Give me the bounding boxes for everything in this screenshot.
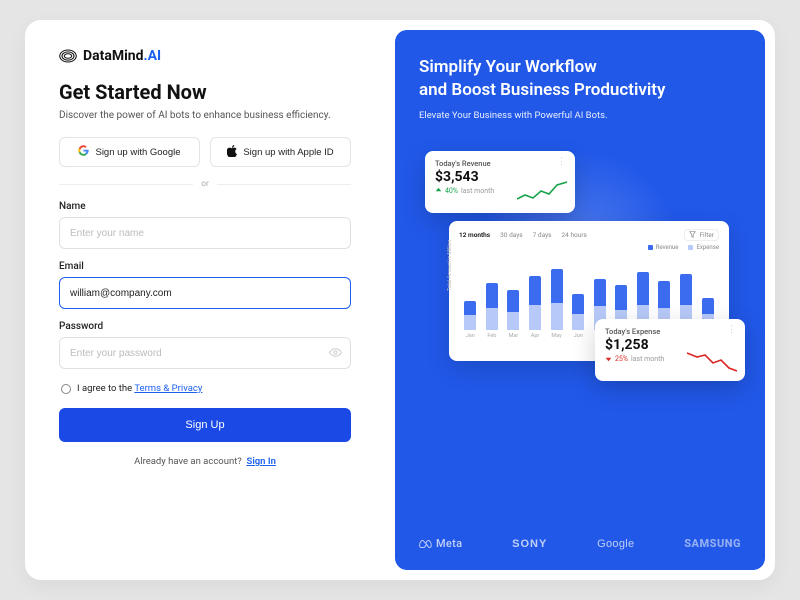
brand-mark-icon	[59, 49, 77, 63]
google-icon	[78, 145, 89, 159]
brand-samsung: SAMSUNG	[684, 537, 741, 550]
apple-signup-button[interactable]: Sign up with Apple ID	[210, 137, 351, 167]
brand-meta: Meta	[419, 537, 462, 550]
form-panel: DataMind.AI Get Started Now Discover the…	[25, 20, 385, 580]
x-label: Jun	[574, 333, 583, 339]
consent-row: I agree to the Terms & Privacy	[61, 383, 351, 394]
chart-legend: Revenue Expense	[459, 244, 719, 251]
apple-signup-label: Sign up with Apple ID	[243, 147, 333, 158]
password-field: Password	[59, 321, 351, 369]
bar-col: May	[547, 269, 566, 339]
expense-card: ⋮ Today's Expense $1,258 25%last month	[595, 319, 745, 381]
illustration: ⋮ Today's Revenue $3,543 40%last month 1…	[419, 131, 741, 531]
brand-name: DataMind.AI	[83, 48, 161, 64]
tab-30days[interactable]: 30 days	[500, 231, 523, 239]
signup-frame: DataMind.AI Get Started Now Discover the…	[25, 20, 775, 580]
google-signup-button[interactable]: Sign up with Google	[59, 137, 200, 167]
brand-logo: DataMind.AI	[59, 48, 351, 64]
more-icon: ⋮	[557, 157, 567, 167]
y-axis-title: Total Amount in Million	[447, 240, 453, 291]
brand-logos: Meta SONY Google SAMSUNG	[419, 537, 741, 550]
x-label: May	[551, 333, 561, 339]
tab-24hours[interactable]: 24 hours	[562, 231, 587, 239]
bar-col: Feb	[483, 283, 502, 339]
page-subtitle: Discover the power of AI bots to enhance…	[59, 110, 351, 121]
name-input[interactable]	[70, 228, 340, 239]
apple-icon	[227, 145, 237, 160]
expense-label: Today's Expense	[605, 327, 735, 336]
expense-sparkline-icon	[687, 349, 737, 373]
divider-or: or	[201, 179, 209, 189]
hero-title: Simplify Your Workflow and Boost Busines…	[419, 56, 741, 102]
x-label: Jan	[466, 333, 475, 339]
name-label: Name	[59, 201, 351, 212]
x-label: Feb	[487, 333, 496, 339]
terms-link[interactable]: Terms & Privacy	[134, 383, 202, 394]
meta-icon	[419, 539, 433, 549]
name-field: Name	[59, 201, 351, 249]
hero-subtitle: Elevate Your Business with Powerful AI B…	[419, 110, 741, 121]
revenue-sparkline-icon	[517, 181, 567, 205]
brand-google: Google	[597, 538, 634, 550]
google-signup-label: Sign up with Google	[95, 147, 180, 158]
email-input[interactable]	[70, 288, 340, 299]
signin-link[interactable]: Sign In	[247, 456, 276, 467]
tab-12months[interactable]: 12 months	[459, 231, 490, 239]
bar-col: Mar	[504, 290, 523, 339]
revenue-label: Today's Revenue	[435, 159, 565, 168]
bar-col: Apr	[526, 276, 545, 339]
consent-checkbox[interactable]	[61, 384, 71, 394]
revenue-card: ⋮ Today's Revenue $3,543 40%last month	[425, 151, 575, 213]
x-label: Mar	[509, 333, 519, 339]
hero-panel: Simplify Your Workflow and Boost Busines…	[395, 30, 765, 570]
divider: or	[59, 179, 351, 189]
x-label: Apr	[531, 333, 540, 339]
password-input[interactable]	[70, 348, 340, 359]
page-title: Get Started Now	[59, 80, 351, 104]
filter-button[interactable]: Filter	[684, 229, 719, 241]
email-label: Email	[59, 261, 351, 272]
social-signup-row: Sign up with Google Sign up with Apple I…	[59, 137, 351, 167]
filter-icon	[689, 231, 696, 238]
chart-tabs: 12 months 30 days 7 days 24 hours Filter	[459, 229, 719, 241]
consent-text: I agree to the Terms & Privacy	[77, 383, 202, 394]
more-icon: ⋮	[727, 325, 737, 335]
email-field: Email	[59, 261, 351, 309]
signup-button[interactable]: Sign Up	[59, 408, 351, 442]
bar-col: Jan	[461, 301, 480, 339]
eye-icon[interactable]	[329, 344, 342, 363]
password-label: Password	[59, 321, 351, 332]
signin-row: Already have an account? Sign In	[59, 456, 351, 467]
tab-7days[interactable]: 7 days	[533, 231, 552, 239]
brand-sony: SONY	[512, 538, 547, 550]
bar-col: Jun	[569, 294, 588, 339]
